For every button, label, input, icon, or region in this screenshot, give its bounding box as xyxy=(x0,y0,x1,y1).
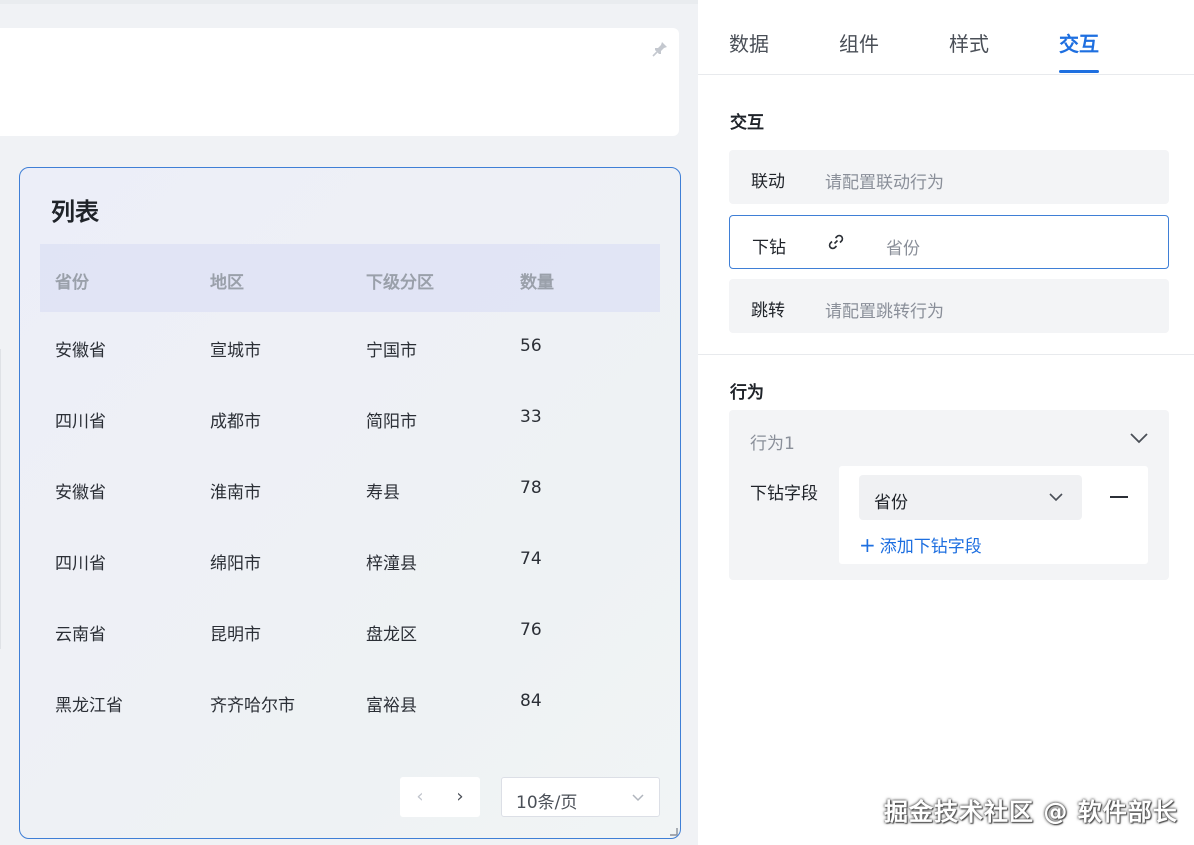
table-cell: 安徽省 xyxy=(55,341,106,361)
table-row: 云南省 昆明市 盘龙区 76 xyxy=(40,598,660,669)
panel-tabs: 数据 组件 样式 交互 xyxy=(698,0,1194,75)
prev-page-button[interactable]: ‹ xyxy=(410,787,430,807)
table-cell: 成都市 xyxy=(210,412,261,432)
column-header: 下级分区 xyxy=(366,273,434,293)
table-row: 四川省 绵阳市 梓潼县 74 xyxy=(40,527,660,598)
linkage-placeholder: 请配置联动行为 xyxy=(825,173,944,193)
interaction-section-title: 交互 xyxy=(730,113,764,133)
table-cell: 淮南市 xyxy=(210,483,261,503)
table-cell: 四川省 xyxy=(55,554,106,574)
drill-config[interactable]: 下钻 省份 xyxy=(729,215,1169,269)
table-cell: 78 xyxy=(520,478,542,498)
page-size-value: 10条/页 xyxy=(516,793,578,813)
tab-component[interactable]: 组件 xyxy=(839,28,879,57)
property-panel: 数据 组件 样式 交互 交互 联动 请配置联动行为 下钻 省份 跳转 请配置跳转… xyxy=(698,0,1194,845)
tab-style[interactable]: 样式 xyxy=(949,28,989,57)
jump-config[interactable]: 跳转 请配置跳转行为 xyxy=(729,279,1169,333)
pin-icon[interactable] xyxy=(651,40,669,58)
table-cell: 安徽省 xyxy=(55,483,106,503)
drill-field-selected: 省份 xyxy=(874,493,908,513)
table-cell: 四川省 xyxy=(55,412,106,432)
column-header: 数量 xyxy=(520,273,554,293)
drill-field-select[interactable]: 省份 xyxy=(859,475,1082,520)
table-cell: 宁国市 xyxy=(366,341,417,361)
table-cell: 寿县 xyxy=(366,483,400,503)
table-row: 安徽省 宣城市 宁国市 56 xyxy=(40,314,660,385)
chevron-down-icon[interactable] xyxy=(1129,430,1149,446)
table-cell: 云南省 xyxy=(55,625,106,645)
chevron-down-icon xyxy=(1049,493,1063,502)
tab-interaction[interactable]: 交互 xyxy=(1059,28,1099,57)
add-drill-field-label: 添加下钻字段 xyxy=(879,537,982,557)
behavior-item: 行为1 下钻字段 省份 + 添加下钻字段 xyxy=(729,410,1169,580)
drill-label: 下钻 xyxy=(752,238,786,258)
table-header: 省份 地区 下级分区 数量 xyxy=(40,244,660,312)
add-drill-field-button[interactable]: + 添加下钻字段 xyxy=(859,532,982,557)
table-row: 黑龙江省 齐齐哈尔市 富裕县 84 xyxy=(40,669,660,740)
drill-field-value: 省份 xyxy=(886,239,920,259)
table-row: 四川省 成都市 简阳市 33 xyxy=(40,385,660,456)
table-cell: 简阳市 xyxy=(366,412,417,432)
active-tab-indicator xyxy=(1059,70,1099,73)
tab-data[interactable]: 数据 xyxy=(729,28,769,57)
column-header: 省份 xyxy=(55,273,89,293)
drill-field-editor: 省份 + 添加下钻字段 xyxy=(839,466,1148,564)
list-component[interactable]: 列表 省份 地区 下级分区 数量 安徽省 宣城市 宁国市 56 四川省 成都市 … xyxy=(19,167,681,839)
table-cell: 绵阳市 xyxy=(210,554,261,574)
plus-icon: + xyxy=(859,533,876,557)
list-title: 列表 xyxy=(51,198,99,226)
section-divider xyxy=(698,354,1194,355)
table-cell: 富裕县 xyxy=(366,696,417,716)
next-page-button[interactable]: › xyxy=(450,787,470,807)
table-row: 安徽省 淮南市 寿县 78 xyxy=(40,456,660,527)
link-icon xyxy=(828,234,844,250)
minus-icon xyxy=(1110,496,1128,498)
linkage-label: 联动 xyxy=(751,172,785,192)
table-cell: 昆明市 xyxy=(210,625,261,645)
remove-field-button[interactable] xyxy=(1109,485,1129,509)
watermark: 掘金技术社区 @ 软件部长 xyxy=(884,798,1178,826)
column-header: 地区 xyxy=(210,273,244,293)
page-size-select[interactable]: 10条/页 xyxy=(501,777,660,817)
canvas-edge xyxy=(0,349,1,649)
table-cell: 梓潼县 xyxy=(366,554,417,574)
table-cell: 黑龙江省 xyxy=(55,696,123,716)
canvas-area: 列表 省份 地区 下级分区 数量 安徽省 宣城市 宁国市 56 四川省 成都市 … xyxy=(0,0,698,845)
pagination: ‹ › xyxy=(400,777,480,817)
table-cell: 齐齐哈尔市 xyxy=(210,696,295,716)
table-cell: 74 xyxy=(520,549,542,569)
table-cell: 56 xyxy=(520,336,542,356)
table-cell: 84 xyxy=(520,691,542,711)
table-cell: 76 xyxy=(520,620,542,640)
drill-field-label: 下钻字段 xyxy=(750,484,818,504)
top-component-card[interactable] xyxy=(0,28,679,136)
resize-handle-icon[interactable] xyxy=(668,826,678,836)
jump-label: 跳转 xyxy=(751,301,785,321)
behavior-section-title: 行为 xyxy=(730,383,764,403)
table-cell: 宣城市 xyxy=(210,341,261,361)
table-cell: 33 xyxy=(520,407,542,427)
jump-placeholder: 请配置跳转行为 xyxy=(825,302,944,322)
chevron-down-icon xyxy=(632,794,644,802)
linkage-config[interactable]: 联动 请配置联动行为 xyxy=(729,150,1169,204)
behavior-name: 行为1 xyxy=(750,434,795,454)
table-cell: 盘龙区 xyxy=(366,625,417,645)
